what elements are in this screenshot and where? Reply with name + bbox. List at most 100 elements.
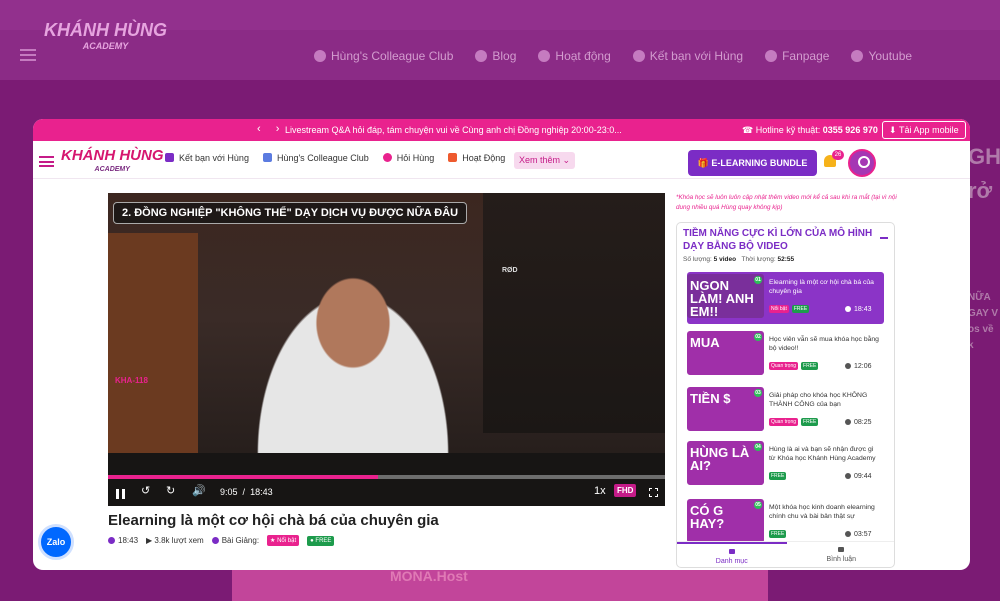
background-menu-item[interactable]: Youtube [851, 49, 912, 63]
activity-icon [448, 153, 458, 162]
lesson-number: 01 [754, 276, 762, 284]
progress-fill [108, 475, 379, 479]
playlist-item[interactable]: CÓ G HAY? 05 Một khóa học kinh doanh elea… [687, 497, 884, 542]
forward-icon[interactable]: ↻ [166, 484, 175, 497]
quality-button[interactable]: FHD [614, 484, 637, 497]
zalo-chat-button[interactable]: Zalo [38, 524, 74, 560]
playlist-stats: Số lượng: 5 video Thời lượng: 52:55 [683, 256, 795, 263]
avatar[interactable] [848, 149, 876, 177]
playlist-item[interactable]: HÙNG LÀ AI? 04 Hùng là ai và bạn sẽ nhận … [687, 439, 884, 491]
playlist-panel: TIỀM NĂNG CỰC KÌ LỚN CỦA MÔ HÌNH DẠY BẰN… [676, 222, 895, 568]
playlist-item-title: Một khóa học kinh doanh elearning chính … [769, 504, 875, 520]
background-menu-item[interactable]: Kết bạn với Hùng [632, 49, 743, 63]
playlist-header[interactable]: TIỀM NĂNG CỰC KÌ LỚN CỦA MÔ HÌNH DẠY BẰN… [677, 223, 894, 263]
playlist-item-title: Hùng là ai và bạn sẽ nhận được gì từ Khó… [769, 446, 876, 462]
lesson-meta: 18:43 ▶ 3.8k lượt xem Bài Giảng: ★ Nổi b… [108, 535, 335, 546]
nav-item-activity[interactable]: Hoạt Động [448, 153, 505, 163]
lesson-views: ▶ 3.8k lượt xem [146, 536, 204, 545]
playlist-item-duration: 03:57 [845, 531, 872, 538]
tag-featured: Nổi bật [769, 305, 789, 313]
background-menu-icon[interactable] [20, 49, 36, 61]
nav-item-friend[interactable]: Kết bạn với Hùng [165, 153, 249, 163]
nav-item-ask[interactable]: Hỏi Hùng [382, 153, 434, 163]
nav-items: Kết bạn với Hùng Hùng's Colleague Club H… [165, 153, 505, 163]
user-icon [211, 537, 219, 544]
fullscreen-icon[interactable] [649, 488, 658, 497]
playlist-item-tags: Quan trọng FREE [769, 362, 819, 370]
playlist-item-duration: 08:25 [845, 419, 872, 426]
playlist-item[interactable]: NGON LÀM! ANH EM!! 01 Elearning là một cơ… [687, 272, 884, 324]
menu-icon[interactable] [39, 156, 54, 167]
background-text: NỮA GAY Vos về k [968, 292, 999, 351]
tab-comments[interactable]: Bình luận [787, 542, 895, 567]
pause-icon[interactable] [116, 489, 125, 499]
see-more-dropdown[interactable]: Xem thêm ⌄ [514, 152, 576, 169]
playlist-item-duration: 12:06 [845, 363, 872, 370]
video-title-overlay: 2. ĐỒNG NGHIỆP "KHÔNG THỂ" DẠY DỊCH VỤ Đ… [113, 202, 468, 224]
playlist-item-tags: Nổi bật FREE [769, 305, 810, 313]
blog-icon [475, 50, 488, 62]
playlist-tabs: Danh mục Bình luận [677, 541, 895, 567]
background-menu-item[interactable]: Hùng's Colleague Club [314, 49, 453, 63]
playlist-item-title: Học viên vẫn sẽ mua khóa học bằng bộ vid… [769, 336, 879, 352]
background-menu-item[interactable]: Fanpage [765, 49, 829, 63]
lesson-thumbnail: TIỀN $03 [687, 387, 764, 431]
featured-badge: ★ Nổi bật [267, 535, 300, 546]
tag-free: FREE [769, 472, 787, 480]
video-backdrop [483, 193, 665, 433]
main-nav: KHÁNH HÙNG ACADEMY Kết bạn với Hùng Hùng'… [33, 141, 970, 179]
nav-item-club[interactable]: Hùng's Colleague Club [262, 153, 369, 163]
lesson-modal: ‹ › Livestream Q&A hỏi đáp, tám chuyện v… [33, 119, 970, 570]
playlist-item-title: Elearning là một cơ hội chà bá của chuyê… [769, 279, 874, 295]
elearning-bundle-button[interactable]: 🎁 E-LEARNING BUNDLE [688, 150, 817, 176]
lesson-title: Elearning là một cơ hội chà bá của chuyê… [108, 512, 439, 529]
collapse-icon[interactable] [880, 237, 888, 239]
background-menu: Hùng's Colleague Club Blog Hoạt động Kết… [314, 49, 912, 63]
announcement-bar: ‹ › Livestream Q&A hỏi đáp, tám chuyện v… [33, 119, 970, 141]
video-player[interactable]: 2. ĐỒNG NGHIỆP "KHÔNG THỂ" DẠY DỊCH VỤ Đ… [108, 193, 665, 506]
tab-contents[interactable]: Danh mục [677, 542, 787, 567]
lesson-number: 05 [754, 501, 762, 509]
announcement-arrows[interactable]: ‹ › [257, 123, 285, 135]
video-backdrop [108, 233, 198, 473]
playlist-item[interactable]: TIỀN $03 Giải pháp cho khóa học KHÔNG TH… [687, 385, 884, 437]
announcement-text[interactable]: Livestream Q&A hỏi đáp, tám chuyện vui v… [285, 125, 622, 135]
lesson-thumbnail: NGON LÀM! ANH EM!! 01 [687, 274, 764, 318]
player-controls: ↺ ↻ 🔊 9:05 / 18:43 1x FHD [108, 481, 665, 506]
facebook-icon [632, 50, 645, 62]
background-menu-item[interactable]: Hoạt động [538, 49, 611, 63]
download-app-button[interactable]: ⬇ Tải App mobile [882, 121, 966, 139]
lesson-thumbnail: CÓ G HAY? 05 [687, 499, 764, 542]
tag-free: FREE [769, 530, 787, 538]
lesson-label: Bài Giảng: [211, 536, 259, 545]
playlist-item[interactable]: MUA 02 Học viên vẫn sẽ mua khóa học bằng … [687, 329, 884, 381]
tag-important: Quan trọng [769, 362, 799, 370]
list-icon [728, 549, 735, 554]
progress-bar[interactable] [108, 475, 665, 479]
lesson-number: 02 [754, 333, 762, 341]
user-add-icon [165, 153, 174, 162]
free-badge: ● FREE [307, 535, 335, 546]
hotline[interactable]: ☎ Hotline kỹ thuật: 0355 926 970 [742, 125, 878, 136]
comment-icon [838, 547, 845, 552]
playlist-list: NGON LÀM! ANH EM!! 01 Elearning là một cơ… [677, 267, 894, 542]
lesson-number: 04 [754, 443, 762, 451]
background-footer-logo: MONA.Host [390, 568, 468, 584]
update-note: *Khóa học sẽ luôn luôn cập nhật thêm vid… [676, 194, 897, 211]
group-icon [314, 50, 326, 62]
lesson-thumbnail: HÙNG LÀ AI? 04 [687, 441, 764, 485]
background-menu-item[interactable]: Blog [475, 49, 516, 63]
mic-brand: RØD [502, 267, 518, 274]
playlist-item-tags: Quan trọng FREE [769, 418, 819, 426]
rewind-icon[interactable]: ↺ [141, 484, 150, 497]
question-icon [382, 153, 392, 162]
tag-free: FREE [791, 305, 810, 313]
playback-speed[interactable]: 1x [594, 485, 606, 497]
volume-icon[interactable]: 🔊 [192, 484, 206, 497]
tag-free: FREE [801, 362, 819, 370]
logo[interactable]: KHÁNH HÙNG ACADEMY [61, 148, 164, 177]
playlist-item-tags: FREE [769, 530, 787, 538]
lesson-thumbnail: MUA 02 [687, 331, 764, 375]
playlist-item-tags: FREE [769, 472, 787, 480]
notification-count: 26 [832, 150, 844, 160]
